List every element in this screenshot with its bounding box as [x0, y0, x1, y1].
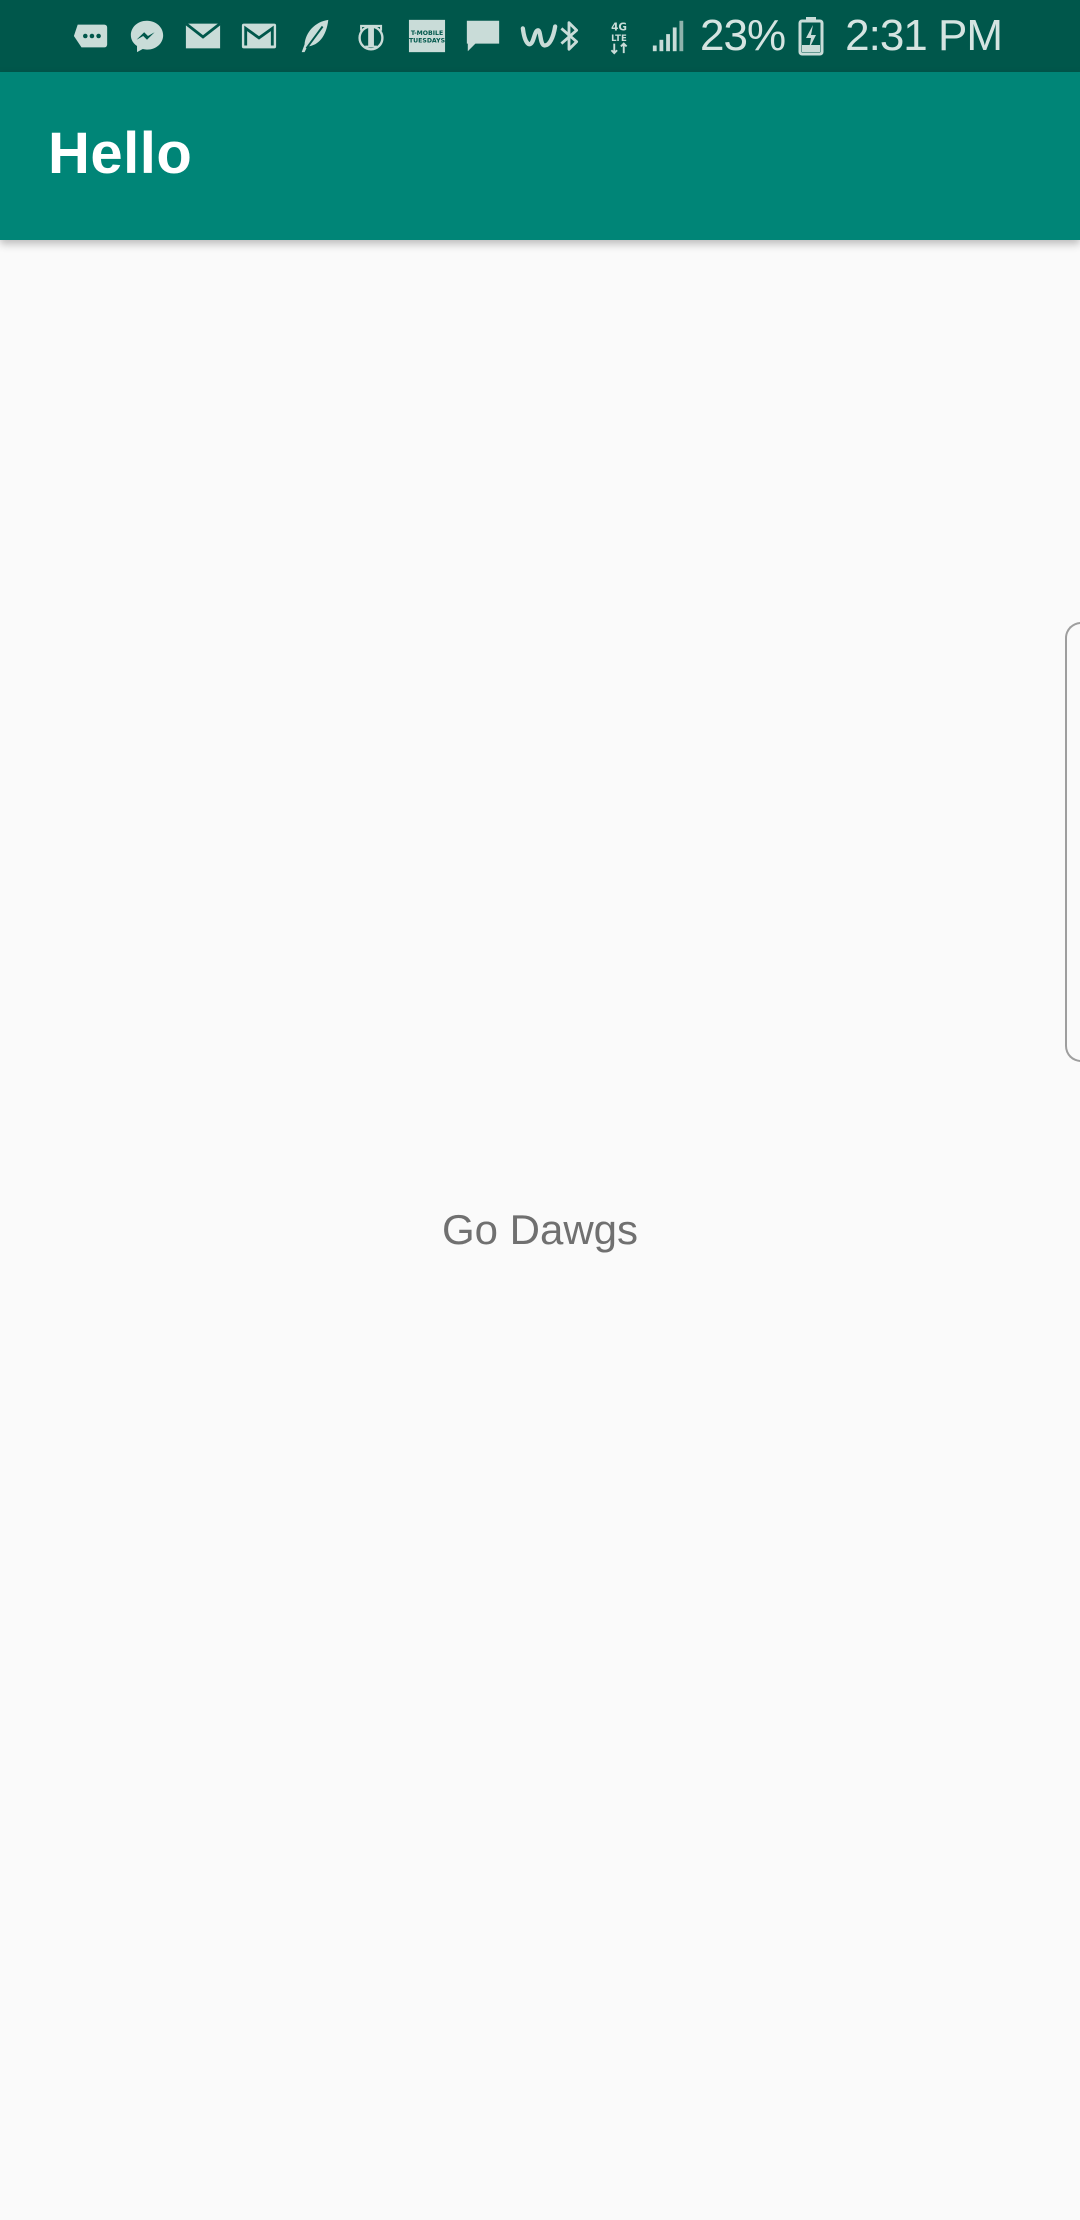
- center-text: Go Dawgs: [441, 1206, 639, 1253]
- system-icons: 4G LTE 23% 2:31 PM: [550, 10, 1003, 62]
- app-title: Hello: [48, 121, 193, 186]
- status-clock: 2:31 PM: [845, 11, 1003, 60]
- svg-text:LTE: LTE: [611, 34, 627, 44]
- email-icon: [184, 17, 222, 55]
- battery-charging-icon: [797, 17, 825, 56]
- signal-icon: [650, 17, 688, 55]
- nytimes-icon: T: [352, 17, 390, 55]
- svg-text:T-MOBILE: T-MOBILE: [411, 30, 443, 37]
- messenger-icon: [128, 17, 166, 55]
- feather-icon: [296, 17, 334, 55]
- battery-percent: 23%: [700, 11, 786, 60]
- notification-icons: T T-MOBILE TUESDAYS: [72, 10, 558, 62]
- 4g-lte-icon: 4G LTE: [600, 17, 638, 55]
- chat-icon: [464, 17, 502, 55]
- svg-text:4G: 4G: [611, 21, 627, 33]
- message-bubble-icon: [72, 17, 110, 55]
- bluetooth-icon: [550, 17, 588, 55]
- app-screen: T T-MOBILE TUESDAYS 4G LTE 23% 2:31 PM H…: [0, 0, 1080, 2220]
- edge-panel-handle[interactable]: [1065, 622, 1080, 1062]
- gmail-icon: [240, 17, 278, 55]
- svg-text:TUESDAYS: TUESDAYS: [409, 38, 445, 45]
- app-bar: Hello: [0, 72, 1080, 240]
- status-bar: T T-MOBILE TUESDAYS 4G LTE 23% 2:31 PM: [0, 0, 1080, 72]
- tmobile-tuesdays-icon: T-MOBILE TUESDAYS: [408, 17, 446, 55]
